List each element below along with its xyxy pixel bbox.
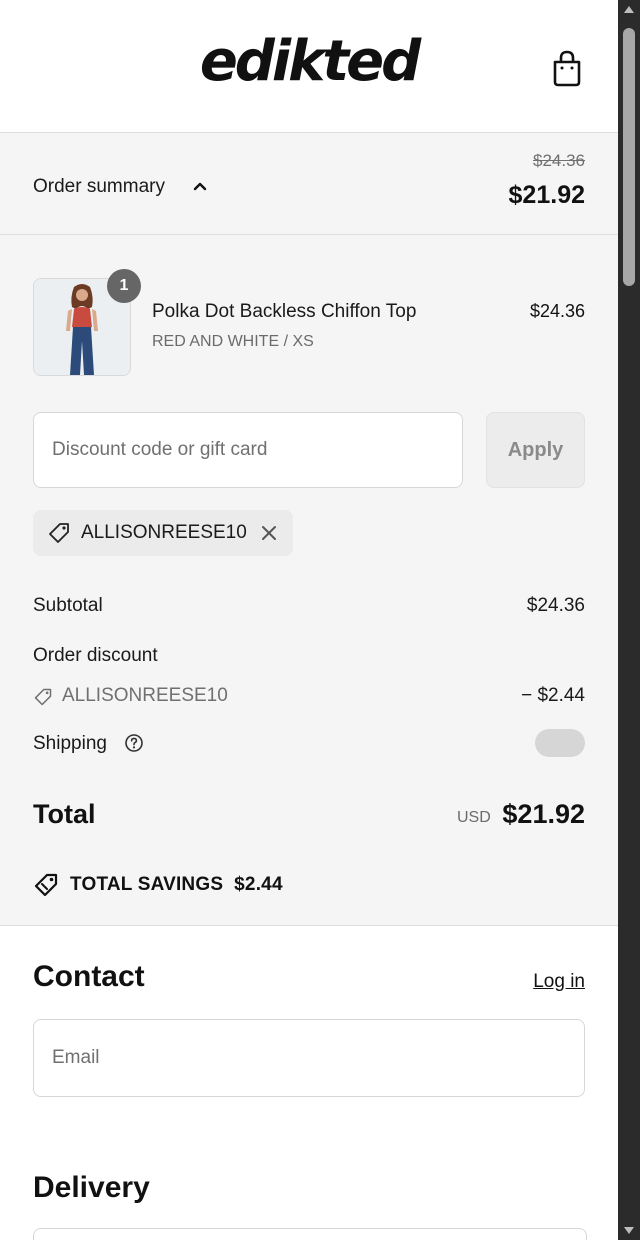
original-price: $24.36 — [533, 151, 585, 170]
remove-discount-icon[interactable] — [259, 523, 279, 543]
order-summary-toggle[interactable]: Order summary $24.36 $21.92 — [0, 133, 618, 235]
total-savings: TOTAL SAVINGS $2.44 — [70, 874, 283, 895]
shipping-value-placeholder — [535, 729, 585, 757]
order-summary-label: Order summary — [33, 176, 165, 197]
scroll-down-arrow-icon[interactable] — [624, 1227, 634, 1234]
order-discount-code: ALLISONREESE10 — [62, 685, 228, 706]
brand-logo[interactable]: edikted — [0, 24, 618, 109]
apply-discount-button[interactable]: Apply — [486, 412, 585, 488]
delivery-country-select[interactable] — [33, 1228, 587, 1240]
total-value: $21.92 — [502, 799, 585, 829]
contact-heading: Contact — [33, 960, 145, 993]
login-link[interactable]: Log in — [533, 971, 585, 993]
currency-code: USD — [457, 809, 491, 826]
applied-discount-chip: ALLISONREESE10 — [33, 510, 293, 556]
checkout-page: edikted Order summary $24.36 $21.92 1 Po… — [0, 0, 618, 1240]
discount-code-input[interactable] — [33, 412, 463, 488]
svg-text:edikted: edikted — [200, 29, 422, 94]
page-scrollbar[interactable] — [618, 0, 640, 1240]
email-input[interactable] — [33, 1019, 585, 1097]
order-details: 1 Polka Dot Backless Chiffon Top RED AND… — [0, 235, 618, 926]
product-variant: RED AND WHITE / XS — [152, 333, 314, 350]
applied-discount-code: ALLISONREESE10 — [81, 522, 247, 543]
product-price: $24.36 — [529, 301, 585, 321]
help-circle-icon[interactable] — [124, 733, 144, 753]
delivery-heading: Delivery — [33, 1171, 150, 1204]
subtotal-label: Subtotal — [33, 595, 103, 616]
order-discount-label: Order discount — [33, 645, 158, 666]
tag-icon — [49, 523, 69, 543]
savings-tag-icon — [34, 873, 58, 897]
order-discount-value: − $2.44 — [521, 685, 585, 706]
brand-logo-mark: edikted — [200, 29, 425, 94]
quantity-badge: 1 — [107, 269, 141, 303]
subtotal-value: $24.36 — [526, 595, 585, 616]
shipping-label: Shipping — [33, 733, 107, 754]
header: edikted — [0, 0, 618, 133]
scrollbar-thumb[interactable] — [623, 28, 635, 286]
shopping-bag-icon[interactable] — [550, 48, 584, 88]
summary-total-price: $21.92 — [508, 181, 585, 209]
tag-icon — [34, 688, 52, 706]
product-name: Polka Dot Backless Chiffon Top — [152, 301, 417, 322]
scroll-up-arrow-icon[interactable] — [624, 6, 634, 13]
chevron-up-icon — [193, 182, 207, 191]
total-label: Total — [33, 799, 96, 829]
